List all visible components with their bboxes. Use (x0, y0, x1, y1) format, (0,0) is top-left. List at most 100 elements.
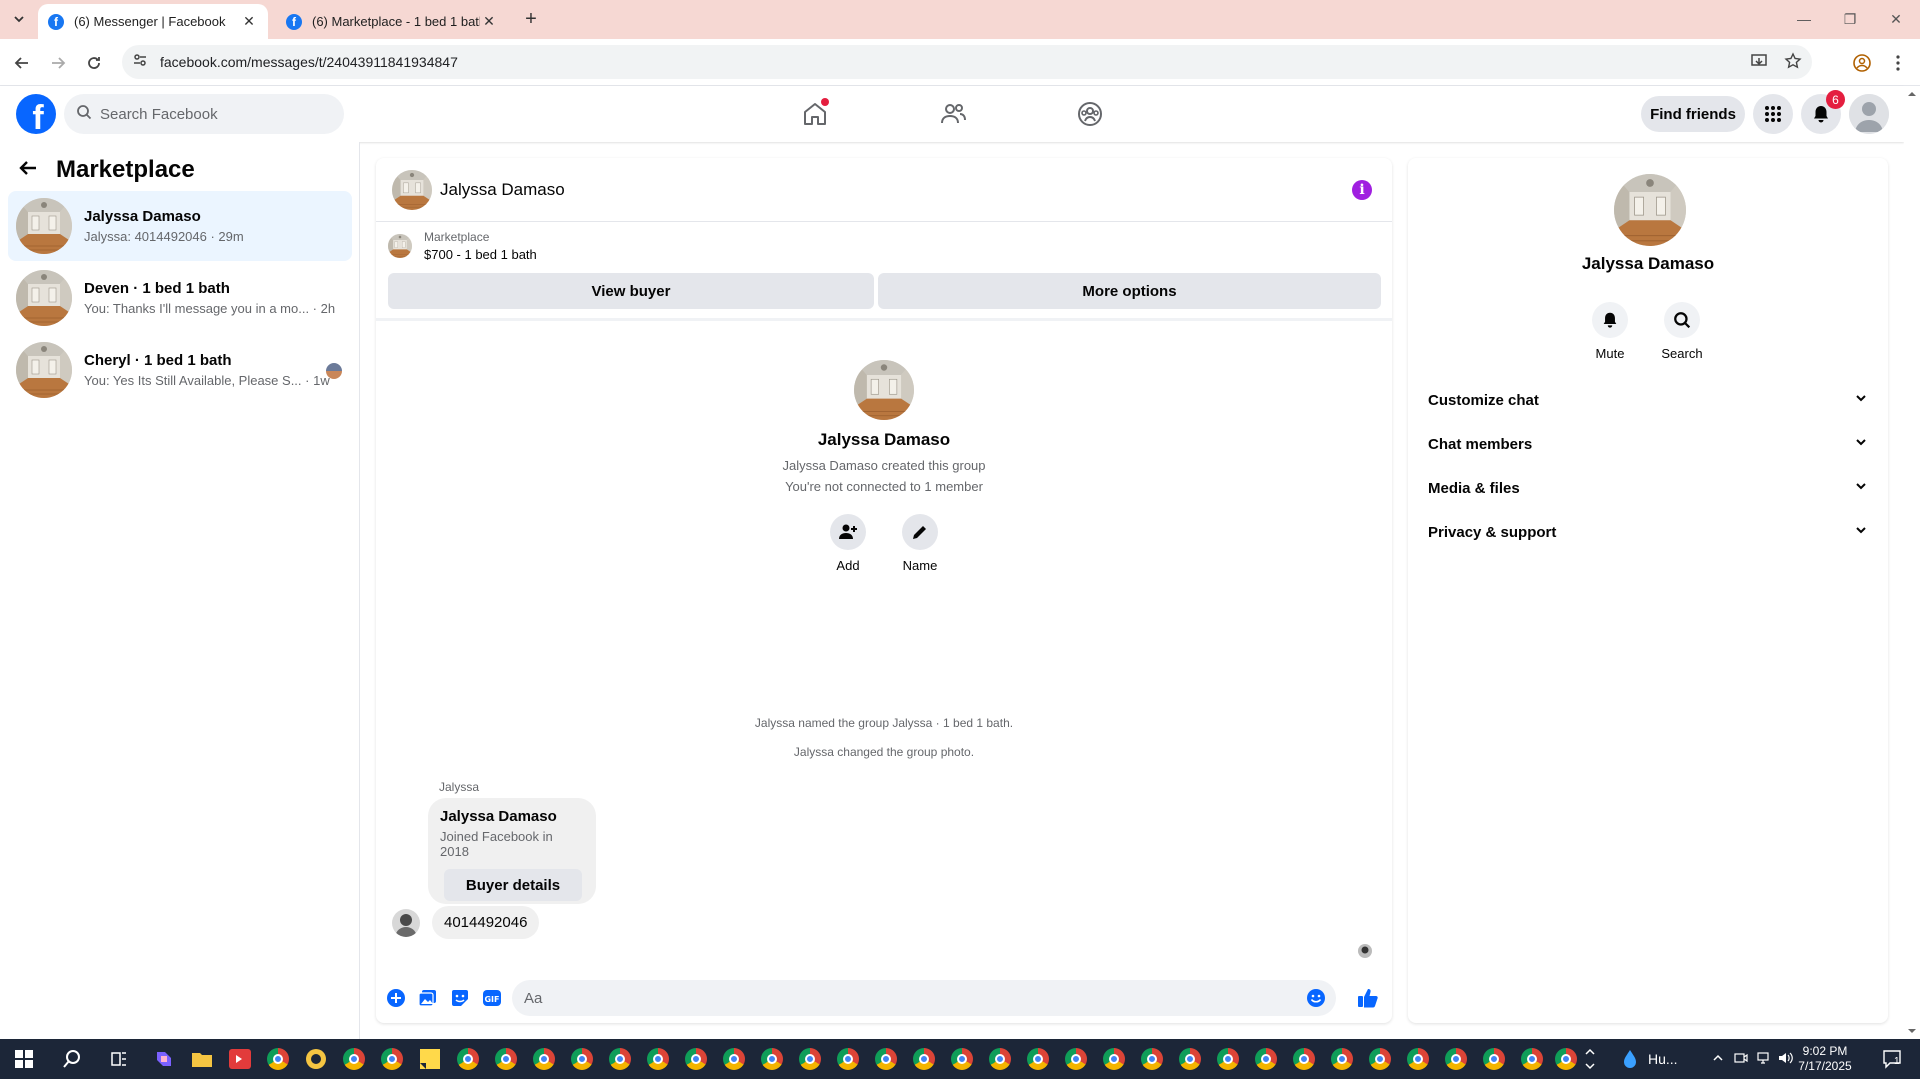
chrome-icon[interactable] (1216, 1047, 1240, 1071)
friends-icon[interactable] (935, 96, 971, 132)
mute-button[interactable]: Mute (1580, 302, 1640, 361)
minimize-icon[interactable]: — (1784, 6, 1824, 32)
chrome-icon[interactable] (874, 1047, 898, 1071)
account-avatar[interactable] (1849, 94, 1889, 134)
buyer-details-button[interactable]: Buyer details (444, 869, 582, 901)
network-icon[interactable] (1756, 1051, 1770, 1068)
chrome-icon[interactable] (1406, 1047, 1430, 1071)
sticker-icon[interactable] (448, 986, 472, 1010)
taskbar-clock[interactable]: 9:02 PM 7/17/2025 (1780, 1044, 1870, 1074)
notification-center-icon[interactable]: 1 (1880, 1047, 1904, 1071)
chrome-icon[interactable] (1064, 1047, 1088, 1071)
chrome-icon[interactable] (646, 1047, 670, 1071)
thumbs-up-icon[interactable] (1356, 986, 1380, 1010)
view-buyer-button[interactable]: View buyer (388, 273, 874, 309)
app-yellow-icon[interactable] (304, 1047, 328, 1071)
reload-icon[interactable] (80, 49, 108, 77)
app-red-icon[interactable] (228, 1047, 252, 1071)
back-icon[interactable] (8, 49, 36, 77)
restore-icon[interactable]: ❐ (1830, 6, 1870, 32)
media-files-section[interactable]: Media & files (1424, 468, 1872, 508)
name-group-button[interactable]: Name (902, 514, 938, 573)
conversation-item-jalyssa[interactable]: Jalyssa Damaso Jalyssa: 4014492046 · 29m (8, 191, 352, 261)
groups-icon[interactable] (1072, 96, 1108, 132)
notifications-button[interactable]: 6 (1801, 90, 1845, 134)
chrome-icon[interactable] (380, 1047, 404, 1071)
chat-contact-name[interactable]: Jalyssa Damaso (440, 180, 565, 200)
conversation-item-cheryl[interactable]: Cheryl · 1 bed 1 bath You: Yes Its Still… (8, 335, 352, 405)
install-app-icon[interactable] (1750, 52, 1768, 75)
address-bar[interactable]: facebook.com/messages/t/2404391184193484… (122, 45, 1812, 79)
chrome-icon[interactable] (1102, 1047, 1126, 1071)
taskbar-search-icon[interactable] (60, 1047, 84, 1071)
chrome-icon[interactable] (532, 1047, 556, 1071)
chevron-up-icon[interactable] (1712, 1052, 1724, 1067)
search-in-chat-button[interactable]: Search (1652, 302, 1712, 361)
chrome-icon[interactable] (494, 1047, 518, 1071)
chrome-icon[interactable] (836, 1047, 860, 1071)
chrome-icon[interactable] (760, 1047, 784, 1071)
gif-icon[interactable]: GIF (480, 986, 504, 1010)
chrome-icon[interactable] (684, 1047, 708, 1071)
chrome-icon[interactable] (1026, 1047, 1050, 1071)
meet-now-icon[interactable] (1734, 1051, 1748, 1068)
find-friends-button[interactable]: Find friends (1641, 96, 1745, 132)
conversation-info-icon[interactable]: i (1352, 180, 1372, 200)
more-options-button[interactable]: More options (878, 273, 1381, 309)
message-bubble[interactable]: 4014492046 (432, 906, 540, 939)
customize-chat-section[interactable]: Customize chat (1424, 380, 1872, 420)
emoji-icon[interactable] (1306, 988, 1326, 1013)
file-explorer-icon[interactable] (190, 1047, 214, 1071)
chrome-icon[interactable] (1368, 1047, 1392, 1071)
chrome-icon[interactable] (912, 1047, 936, 1071)
privacy-support-section[interactable]: Privacy & support (1424, 512, 1872, 552)
sender-avatar[interactable] (392, 908, 420, 937)
search-facebook-input[interactable] (100, 105, 320, 123)
chrome-icon[interactable] (1178, 1047, 1202, 1071)
details-avatar[interactable] (1614, 174, 1686, 246)
chrome-icon[interactable] (456, 1047, 480, 1071)
chrome-icon[interactable] (1482, 1047, 1506, 1071)
weather-widget[interactable]: Hu... (1622, 1039, 1678, 1079)
home-icon[interactable] (797, 96, 833, 132)
facebook-logo-icon[interactable]: f (16, 94, 56, 134)
chrome-icon[interactable] (342, 1047, 366, 1071)
tab-marketplace[interactable]: f (6) Marketplace - 1 bed 1 bath ✕ (276, 4, 508, 39)
photo-icon[interactable] (416, 986, 440, 1010)
copilot-icon[interactable] (152, 1047, 176, 1071)
message-input[interactable] (524, 989, 1284, 1007)
chrome-icon[interactable] (1520, 1047, 1544, 1071)
chrome-icon[interactable] (798, 1047, 822, 1071)
forward-icon[interactable] (44, 49, 72, 77)
close-window-icon[interactable]: ✕ (1876, 6, 1916, 32)
chrome-icon[interactable] (988, 1047, 1012, 1071)
taskbar-scroll-arrows-icon[interactable] (1584, 1047, 1596, 1071)
conversation-item-deven[interactable]: Deven · 1 bed 1 bath You: Thanks I'll me… (8, 263, 352, 333)
plus-circle-icon[interactable] (384, 986, 408, 1010)
windows-start-icon[interactable] (12, 1047, 36, 1071)
app-globe-icon[interactable] (266, 1047, 290, 1071)
profile-icon[interactable] (1848, 49, 1876, 77)
chrome-icon[interactable] (1330, 1047, 1354, 1071)
back-arrow-icon[interactable] (18, 158, 38, 183)
chrome-icon[interactable] (1554, 1047, 1578, 1071)
new-tab-icon[interactable]: + (520, 8, 542, 30)
page-scrollbar[interactable] (1904, 86, 1920, 1039)
tab-messenger[interactable]: f (6) Messenger | Facebook ✕ (38, 4, 268, 39)
site-settings-icon[interactable] (132, 52, 148, 73)
chrome-icon[interactable] (1140, 1047, 1164, 1071)
chrome-icon[interactable] (1254, 1047, 1278, 1071)
close-tab-icon[interactable]: ✕ (480, 13, 498, 31)
chat-avatar[interactable] (392, 169, 432, 210)
facebook-search-box[interactable] (64, 94, 344, 134)
task-view-icon[interactable] (107, 1047, 131, 1071)
chat-members-section[interactable]: Chat members (1424, 424, 1872, 464)
chrome-icon[interactable] (950, 1047, 974, 1071)
bookmark-star-icon[interactable] (1784, 52, 1802, 75)
chrome-icon[interactable] (722, 1047, 746, 1071)
tab-search-chevron-icon[interactable] (8, 8, 30, 30)
chrome-icon[interactable] (570, 1047, 594, 1071)
browser-menu-icon[interactable] (1884, 49, 1912, 77)
menu-grid-button[interactable] (1753, 94, 1793, 134)
chrome-icon[interactable] (1444, 1047, 1468, 1071)
